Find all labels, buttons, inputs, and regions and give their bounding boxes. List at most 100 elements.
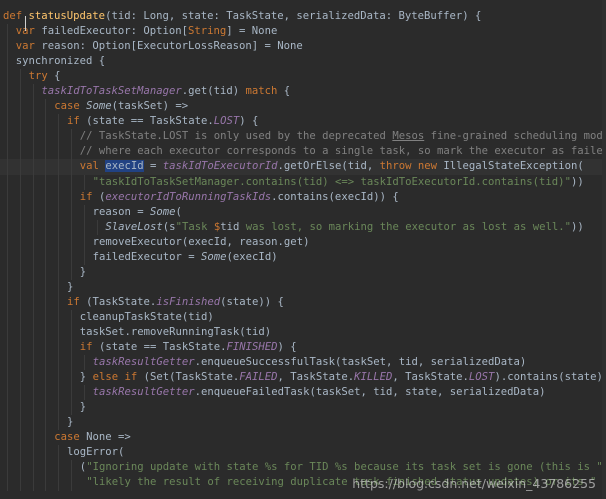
indent-guide [96,219,98,235]
code-token: ).contains(state)) { [494,371,606,384]
indent-guide [19,324,21,341]
indent-guide [7,430,8,446]
code-token: taskIdToExecutorId [162,160,278,173]
indent-guide [7,99,8,115]
code-token: { [54,70,61,83]
code-line[interactable]: if (state == TaskState.LOST) { [0,114,606,130]
code-line[interactable]: reason = Some( [0,204,606,220]
code-line-content: taskIdToTaskSetManager.get(tid) match { [3,85,290,97]
indent-guide [71,159,72,175]
indent-guide [19,370,21,386]
code-line[interactable]: "taskIdToTaskSetManager.contains(tid) <=… [0,174,606,190]
code-token: (state == TaskState. [98,341,227,354]
code-line[interactable]: removeExecutor(execId, reason.get) [0,234,606,250]
code-editor[interactable]: def statusUpdate(tid: Long, state: TaskS… [0,9,606,499]
code-line-content: failedExecutor = Some(execId) [3,251,278,263]
code-token: .getOrElse(tid, [277,160,380,173]
code-line[interactable]: } [0,264,606,280]
code-line[interactable]: taskResultGetter.enqueueSuccessfulTask(t… [0,355,606,371]
code-token: ( [175,205,182,218]
code-line-content: // TaskState.LOST is only used by the de… [3,130,606,142]
code-line-content: SlaveLost(s"Task $tid was lost, so marki… [3,220,583,233]
indent-guide [32,324,34,341]
code-line[interactable]: } [0,400,606,416]
indent-guide [19,430,21,446]
code-line[interactable]: var failedExecutor: Option[String] = Non… [0,24,606,40]
indent-guide [32,159,34,175]
code-line[interactable]: failedExecutor = Some(execId) [0,249,606,265]
code-line[interactable]: ("Ignoring update with state %s for TID … [0,460,606,476]
code-line[interactable]: } [0,279,606,295]
indent-guide [7,129,8,145]
code-token: if [67,295,87,308]
code-line-content: try { [3,70,61,82]
code-line[interactable]: var reason: Option[ExecutorLossReason] =… [0,39,606,55]
code-token: taskResultGetter [92,386,195,399]
code-token: = [143,160,163,173]
code-line[interactable]: if (state == TaskState.FINISHED) { [0,340,606,356]
indent-guide [58,355,60,371]
indent-guide [7,159,8,175]
indent-guide [32,189,34,205]
indent-guide [32,114,34,130]
code-token: } [79,265,87,278]
code-line[interactable]: synchronized { [0,54,606,70]
code-token: KILLED [354,371,393,384]
code-line[interactable]: if (TaskState.isFinished(state)) { [0,294,606,310]
code-token: { [283,85,291,98]
code-line[interactable]: try { [0,69,606,85]
code-line-content: if (state == TaskState.FINISHED) { [3,341,297,353]
indent-guide [32,84,34,100]
code-line[interactable]: case Some(taskSet) => [0,99,606,115]
code-token: if [79,190,99,203]
indent-guide [45,249,47,265]
indent-guide [7,475,8,491]
indent-guide [19,69,21,85]
indent-guide [32,174,34,190]
code-line-content: val execId = taskIdToExecutorId.getOrEls… [3,160,584,173]
code-line[interactable]: taskSet.removeRunningTask(tid) [0,324,606,341]
indent-guide [45,430,47,446]
code-token: "Ignoring update with state %s for TID %… [86,461,603,474]
indent-guide [45,114,47,130]
code-line[interactable]: logError( [0,445,606,461]
code-token: was lost, so marking the executor as los… [239,220,572,233]
code-token: Some [201,250,227,263]
code-line[interactable]: taskResultGetter.enqueueFailedTask(taskS… [0,385,606,401]
indent-guide [58,294,60,310]
code-token: // TaskState.LOST is only used by the de… [79,130,393,143]
code-line[interactable]: if (executorIdToRunningTaskIds.contains(… [0,189,606,205]
indent-guide [58,204,60,220]
code-line[interactable]: case None => [0,430,606,446]
code-line[interactable]: } [0,415,606,431]
indent-guide [71,340,72,356]
indent-guide [7,309,8,325]
code-line[interactable]: // where each executor corresponds to a … [0,144,606,160]
code-line-content: var failedExecutor: Option[String] = Non… [3,25,278,37]
indent-guide [32,355,34,371]
code-line[interactable]: val execId = taskIdToExecutorId.getOrEls… [0,159,606,175]
indent-guide [7,460,8,476]
code-token: , TaskState. [277,371,355,384]
code-line[interactable]: // TaskState.LOST is only used by the de… [0,129,606,145]
indent-guide [83,355,85,371]
code-line[interactable]: SlaveLost(s"Task $tid was lost, so marki… [0,219,606,235]
code-line[interactable]: } else if (Set(TaskState.FAILED, TaskSta… [0,370,606,386]
code-token: removeExecutor(execId, reason.get) [92,235,310,248]
indent-guide [19,294,21,310]
code-line[interactable]: cleanupTaskState(tid) [0,309,606,325]
code-token: } [79,401,87,414]
indent-guide [32,460,34,476]
code-line[interactable]: taskIdToTaskSetManager.get(tid) match { [0,84,606,100]
indent-guide [71,174,72,190]
code-line[interactable]: def statusUpdate(tid: Long, state: TaskS… [0,9,606,24]
indent-guide [45,219,47,235]
indent-guide [71,355,72,371]
code-token: .enqueueSuccessfulTask(taskSet, tid, ser… [194,356,527,369]
indent-guide [19,99,21,115]
editor-scrollbar[interactable] [602,0,606,499]
code-token: // where each executor corresponds to a … [79,145,606,158]
indent-guide [58,385,60,401]
code-line-content: } [3,416,73,428]
indent-guide [19,234,21,250]
